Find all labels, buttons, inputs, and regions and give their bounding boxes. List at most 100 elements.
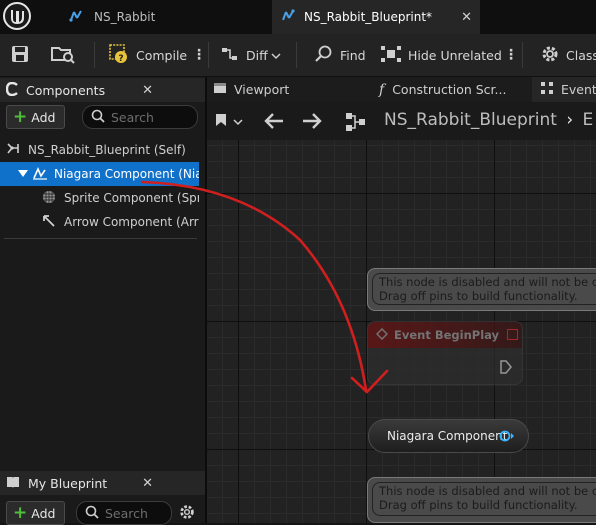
graph-hierarchy-icon[interactable] [345, 111, 367, 136]
event-diamond-icon [375, 327, 389, 343]
search-placeholder: Search [111, 109, 154, 125]
tab-construction-script[interactable]: f Construction Scr... [379, 77, 506, 102]
tree-item-self[interactable]: NS_Rabbit_Blueprint (Self) [0, 138, 199, 162]
event-node-title: Event BeginPlay [394, 328, 500, 342]
components-search-input[interactable]: Search [82, 105, 198, 129]
comment-line: This node is disabled and will not be ca [379, 275, 596, 289]
niagara-component-icon [32, 166, 48, 183]
add-member-button[interactable]: + Add [6, 501, 65, 525]
save-button[interactable] [10, 34, 30, 76]
disabled-node-comment[interactable]: This node is disabled and will not be ca… [367, 477, 596, 523]
components-panel-header: Components ✕ [0, 78, 205, 102]
toolbar-divider [522, 42, 523, 68]
event-graph-icon [540, 81, 554, 98]
search-icon [85, 505, 99, 522]
compile-options-button[interactable]: ⋮ [192, 34, 206, 76]
hide-unrelated-label: Hide Unrelated [408, 47, 502, 63]
components-title: Components [26, 82, 106, 98]
comment-line: This node is disabled and will not be ca [379, 484, 596, 498]
tab-label: NS_Rabbit_Blueprint* [304, 10, 433, 24]
event-graph-canvas[interactable]: This node is disabled and will not be ca… [207, 140, 596, 523]
editor-tabs: Viewport f Construction Scr... Event G [207, 77, 596, 102]
compile-label: Compile [136, 47, 188, 63]
compile-button[interactable]: ? Compile [108, 34, 187, 76]
tree-item-label: Sprite Component (Sprit [64, 191, 199, 205]
class-settings-button[interactable]: Class [540, 34, 596, 76]
my-blueprint-search-input[interactable]: Search [76, 501, 172, 525]
tab-label: Viewport [234, 82, 290, 97]
bookmark-icon [215, 113, 227, 130]
my-blueprint-title: My Blueprint [28, 475, 108, 491]
tab-viewport[interactable]: Viewport [213, 77, 289, 102]
exec-pin-icon[interactable] [500, 360, 512, 377]
tree-item-label: Niagara Component (Niag [54, 167, 199, 181]
add-label: Add [31, 109, 56, 125]
forward-arrow-icon[interactable] [301, 112, 323, 133]
svg-text:?: ? [118, 54, 123, 64]
viewport-icon [213, 82, 227, 97]
add-label: Add [31, 505, 56, 521]
delegate-pin-icon[interactable] [507, 329, 518, 340]
arrow-icon [42, 214, 56, 231]
bookmark-button[interactable] [215, 113, 243, 130]
class-settings-label: Class [566, 47, 596, 63]
breadcrumb[interactable]: NS_Rabbit_Blueprint › E [384, 110, 593, 130]
book-icon [6, 475, 20, 492]
expand-arrow-icon[interactable] [18, 167, 28, 181]
toolbar-divider [296, 42, 297, 68]
toolbar-divider [94, 42, 95, 68]
my-blueprint-panel-header: My Blueprint ✕ [0, 471, 205, 495]
tab-label: Construction Scr... [392, 82, 507, 97]
close-my-blueprint-icon[interactable]: ✕ [142, 476, 153, 491]
toolbar-divider [208, 42, 209, 68]
sprite-icon [42, 190, 56, 207]
title-bar: NS_Rabbit NS_Rabbit_Blueprint* ✕ [0, 0, 596, 34]
find-label: Find [340, 47, 366, 63]
hide-unrelated-button[interactable]: Hide Unrelated [380, 34, 502, 76]
niagara-component-node[interactable]: Niagara Component [368, 419, 529, 453]
folder-search-icon [50, 44, 76, 67]
search-icon [314, 44, 334, 67]
toolbar: ? Compile ⋮ Diff Find Hide Unrelated ⋮ C… [0, 34, 596, 77]
tab-event-graph[interactable]: Event G [532, 77, 596, 102]
component-node-label: Niagara Component [387, 429, 508, 443]
object-output-pin-icon[interactable] [499, 430, 515, 445]
plus-icon: + [13, 502, 28, 523]
add-component-button[interactable]: + Add [6, 105, 65, 129]
blueprint-self-icon [6, 142, 22, 159]
tree-item-sprite-component[interactable]: Sprite Component (Sprit [0, 186, 199, 210]
close-icon[interactable]: ✕ [461, 10, 472, 25]
tree-item-arrow-component[interactable]: Arrow Component (Arro [0, 210, 199, 234]
close-components-panel-icon[interactable]: ✕ [142, 83, 153, 98]
tree-item-niagara-component[interactable]: Niagara Component (Niag [0, 162, 199, 186]
browse-button[interactable] [50, 34, 76, 76]
diff-icon [220, 44, 240, 67]
hide-unrelated-icon [380, 44, 402, 67]
breadcrumb-item[interactable]: E [583, 110, 594, 130]
graph-nav-bar: NS_Rabbit_Blueprint › E [207, 102, 596, 140]
breadcrumb-item[interactable]: NS_Rabbit_Blueprint [384, 110, 557, 130]
diff-button[interactable]: Diff [220, 34, 281, 76]
tab-ns-rabbit-blueprint[interactable]: NS_Rabbit_Blueprint* ✕ [272, 0, 480, 34]
find-button[interactable]: Find [314, 34, 366, 76]
diff-label: Diff [246, 47, 268, 63]
niagara-icon [68, 8, 84, 27]
components-icon [5, 81, 20, 99]
event-node-header: Event BeginPlay [368, 322, 522, 348]
tree-item-label: NS_Rabbit_Blueprint (Self) [28, 143, 186, 157]
disabled-node-comment[interactable]: This node is disabled and will not be ca… [367, 268, 596, 311]
save-icon [10, 44, 30, 67]
hide-unrelated-options-button[interactable]: ⋮ [504, 34, 518, 76]
chevron-down-icon [233, 115, 243, 129]
tab-ns-rabbit[interactable]: NS_Rabbit [64, 0, 272, 34]
unreal-logo-icon[interactable] [0, 0, 34, 34]
my-blueprint-settings-icon[interactable] [178, 503, 196, 524]
back-arrow-icon[interactable] [263, 112, 285, 133]
tree-item-label: Arrow Component (Arro [64, 215, 199, 229]
blueprint-icon [280, 8, 296, 27]
event-beginplay-node[interactable]: Event BeginPlay [367, 321, 523, 385]
gear-icon [540, 44, 560, 67]
function-icon: f [379, 81, 385, 98]
comment-line: Drag off pins to build functionality. [379, 498, 578, 512]
compile-status-icon: ? [108, 43, 130, 68]
